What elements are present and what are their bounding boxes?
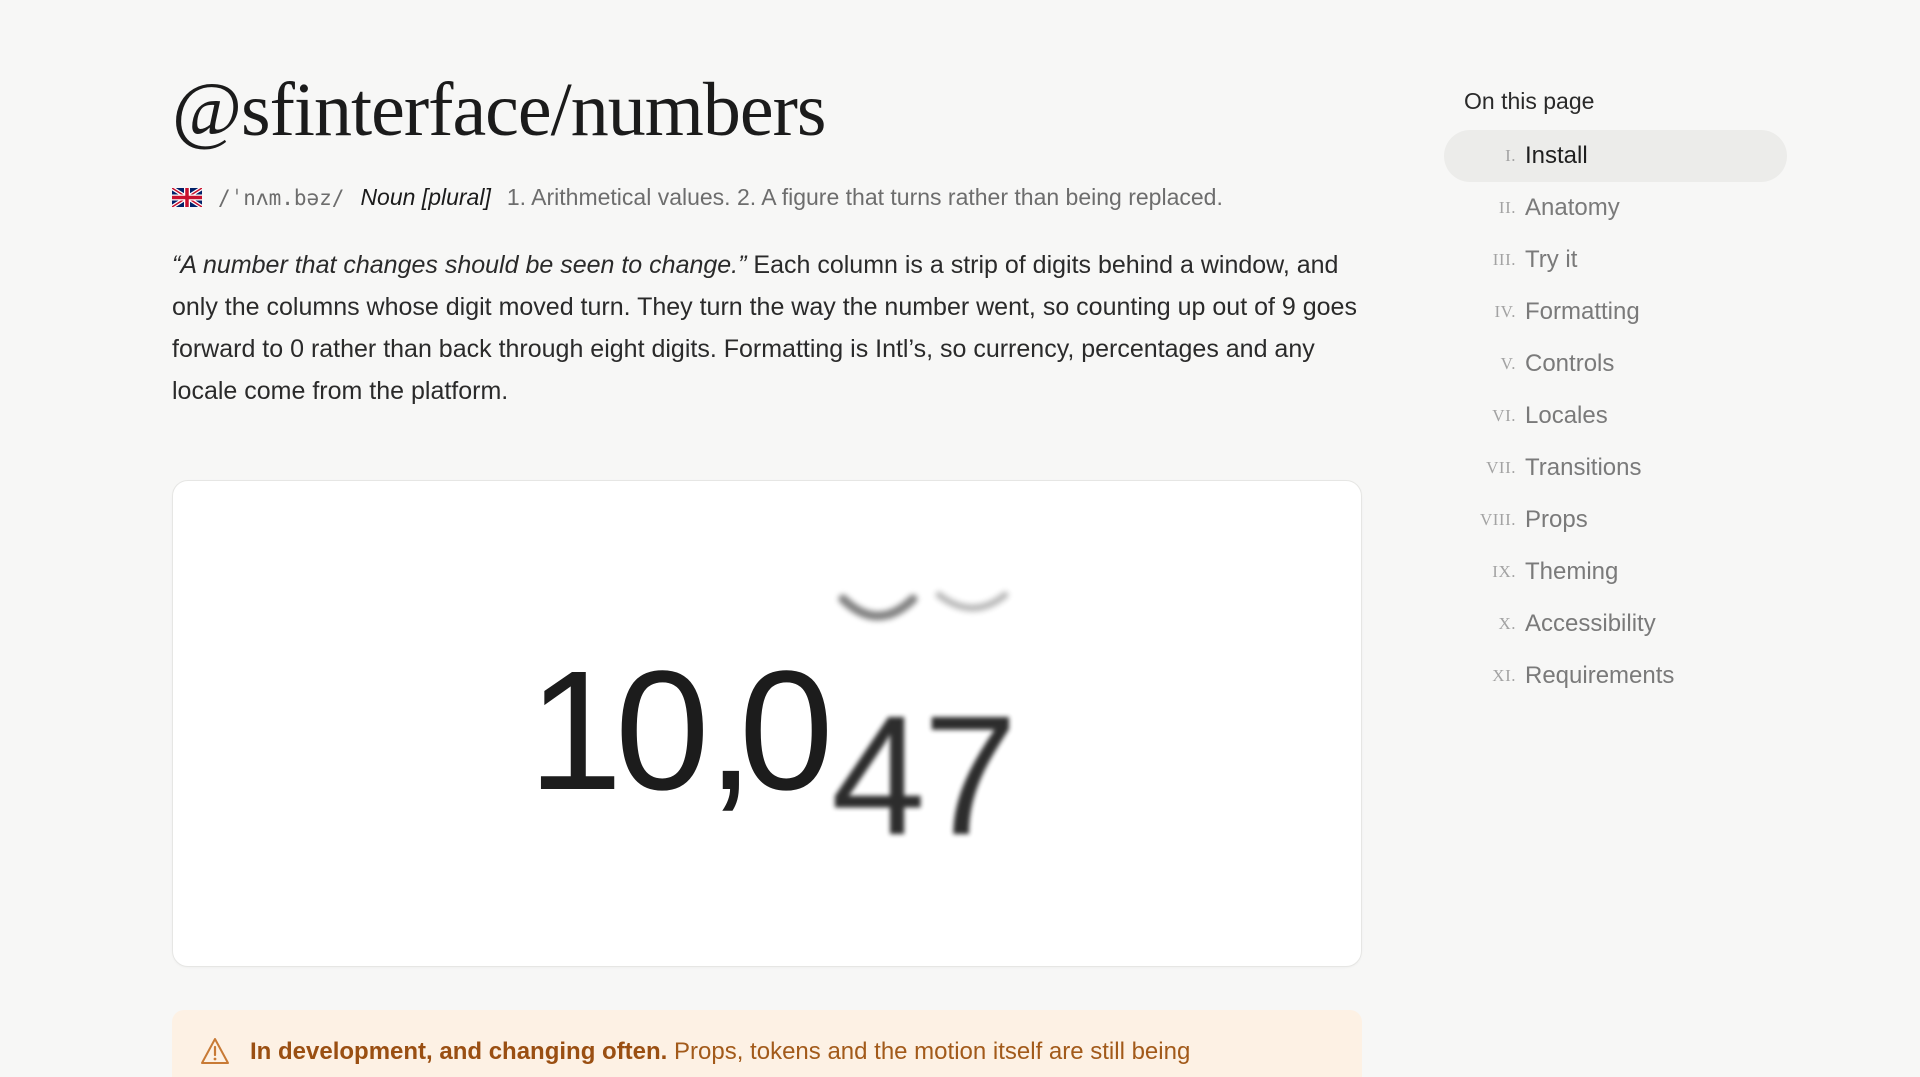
toc-item-numeral: IV. [1494,302,1516,321]
toc-item-label: Locales [1525,402,1608,429]
toc-item-numeral: I. [1505,146,1516,165]
toc-item-label: Props [1525,506,1588,533]
pronunciation: /ˈnʌm.bəz/ [218,185,345,210]
toc-item-numeral: III. [1492,250,1516,269]
docs-page: @sfinterface/numbers /ˈnʌm.bəz/ Noun [pl… [0,0,1920,1077]
number-digit: 0 [739,636,834,826]
toc-item-label: Theming [1525,558,1619,585]
toc-heading: On this page [1464,88,1595,114]
toc-item-transitions[interactable]: VII. Transitions [1444,442,1787,494]
toc-item-numeral: XI. [1492,666,1516,685]
number-digit: 0 [615,636,710,826]
callout-body-text: Props, tokens and the motion itself are … [667,1038,1191,1065]
rolling-digit: 4 [831,681,926,871]
toc-item-anatomy[interactable]: II. Anatomy [1444,182,1787,234]
toc-item-install[interactable]: I. Install [1444,130,1787,182]
number-demo-card[interactable]: 6 6 1 0 , 0 4 7 [172,480,1362,967]
toc-item-label: Transitions [1525,454,1642,481]
toc-item-numeral: II. [1498,198,1516,217]
toc-item-label: Try it [1525,246,1578,273]
toc-item-numeral: VII. [1486,458,1516,477]
toc-item-label: Anatomy [1525,194,1620,221]
part-of-speech: Noun [plural] [360,184,491,210]
toc-item-numeral: X. [1498,614,1516,633]
toc-item-accessibility[interactable]: X. Accessibility [1444,598,1787,650]
rolling-digit: 7 [923,681,1018,871]
toc-item-controls[interactable]: V. Controls [1444,338,1787,390]
toc-item-label: Accessibility [1525,610,1656,637]
callout-text: In development, and changing often. Prop… [250,1037,1190,1067]
uk-flag-icon [172,188,202,207]
motion-trail [838,591,1009,621]
intro-paragraph: “A number that changes should be seen to… [172,244,1362,412]
callout-bold-text: In development, and changing often. [250,1038,668,1065]
toc-item-props[interactable]: VIII. Props [1444,494,1787,546]
toc-item-label: Formatting [1525,298,1640,325]
toc-item-try-it[interactable]: III. Try it [1444,234,1787,286]
toc-item-locales[interactable]: VI. Locales [1444,390,1787,442]
page-title: @sfinterface/numbers [172,68,826,152]
development-warning-callout: In development, and changing often. Prop… [172,1010,1362,1077]
toc-item-formatting[interactable]: IV. Formatting [1444,286,1787,338]
toc-item-label: Install [1525,142,1588,169]
toc-item-requirements[interactable]: XI. Requirements [1444,650,1787,702]
toc-list: I. Install II. Anatomy III. Try it IV. Formatti… [1444,130,1789,702]
toc-item-theming[interactable]: IX. Theming [1444,546,1787,598]
toc-item-numeral: IX. [1492,562,1516,581]
toc-item-numeral: VI. [1492,406,1516,425]
intro-quote: “A number that changes should be seen to… [172,251,747,279]
toc-item-label: Controls [1525,350,1615,377]
toc-item-label: Requirements [1525,662,1675,689]
number-digit: 1 [528,636,623,826]
toc-item-numeral: V. [1500,354,1516,373]
warning-icon [201,1038,229,1064]
dictionary-definition: /ˈnʌm.bəz/ Noun [plural] 1. Arithmetical… [172,184,1223,211]
definition-meaning: 1. Arithmetical values. 2. A figure that… [506,184,1223,210]
toc-item-numeral: VIII. [1479,510,1516,529]
